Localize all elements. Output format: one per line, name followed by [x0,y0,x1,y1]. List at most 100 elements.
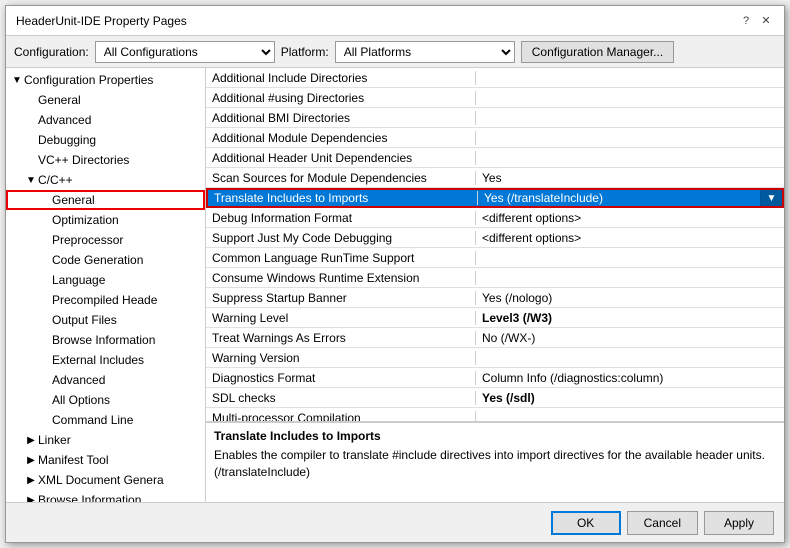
platform-select[interactable]: All Platforms [335,41,515,63]
right-panel: Additional Include DirectoriesAdditional… [206,68,784,502]
tree-item-vc-dirs[interactable]: VC++ Directories [6,150,205,170]
tree-item-manifest[interactable]: ▶Manifest Tool [6,450,205,470]
tree-expander-icon[interactable]: ▼ [24,173,38,187]
tree-item-cmdline[interactable]: Command Line [6,410,205,430]
close-button[interactable]: ✕ [758,13,774,29]
prop-dropdown-button[interactable]: ▼ [760,190,782,206]
configuration-select[interactable]: All Configurations [95,41,275,63]
tree-expander-icon[interactable] [38,373,52,387]
prop-row[interactable]: Translate Includes to ImportsYes (/trans… [206,188,784,208]
tree-item-config-props[interactable]: ▼Configuration Properties [6,70,205,90]
tree-item-browse-info[interactable]: Browse Information [6,330,205,350]
prop-name: Additional Header Unit Dependencies [206,151,476,165]
tree-item-label: Browse Information [38,493,141,502]
ok-button[interactable]: OK [551,511,621,535]
tree-container: ▼Configuration Properties General Advanced… [6,68,205,502]
tree-expander-icon[interactable] [38,233,52,247]
tree-expander-icon[interactable] [24,133,38,147]
tree-expander-icon[interactable] [38,293,52,307]
tree-item-precomp[interactable]: Precompiled Heade [6,290,205,310]
tree-expander-icon[interactable] [38,313,52,327]
tree-expander-icon[interactable]: ▼ [10,73,24,87]
prop-row[interactable]: SDL checksYes (/sdl) [206,388,784,408]
prop-row[interactable]: Suppress Startup BannerYes (/nologo) [206,288,784,308]
tree-item-label: Language [52,273,105,287]
apply-button[interactable]: Apply [704,511,774,535]
prop-row[interactable]: Additional Module Dependencies [206,128,784,148]
tree-item-language[interactable]: Language [6,270,205,290]
prop-row[interactable]: Support Just My Code Debugging<different… [206,228,784,248]
tree-item-optimization[interactable]: Optimization [6,210,205,230]
tree-item-label: VC++ Directories [38,153,129,167]
tree-item-label: Browse Information [52,333,155,347]
left-panel: ▼Configuration Properties General Advanced… [6,68,206,502]
tree-item-cpp-general[interactable]: General [6,190,205,210]
tree-expander-icon[interactable] [38,253,52,267]
tree-item-preprocessor[interactable]: Preprocessor [6,230,205,250]
prop-row[interactable]: Consume Windows Runtime Extension [206,268,784,288]
tree-item-adv2[interactable]: Advanced [6,370,205,390]
prop-row[interactable]: Treat Warnings As ErrorsNo (/WX-) [206,328,784,348]
prop-row[interactable]: Additional Header Unit Dependencies [206,148,784,168]
tree-expander-icon[interactable] [38,193,52,207]
tree-item-label: Advanced [52,373,105,387]
prop-name: Additional Module Dependencies [206,131,476,145]
prop-name: Support Just My Code Debugging [206,231,476,245]
tree-expander-icon[interactable] [38,333,52,347]
tree-expander-icon[interactable] [38,273,52,287]
tree-item-debugging[interactable]: Debugging [6,130,205,150]
tree-item-linker[interactable]: ▶Linker [6,430,205,450]
config-label: Configuration: [14,45,89,59]
prop-name: Common Language RunTime Support [206,251,476,265]
tree-item-external-inc[interactable]: External Includes [6,350,205,370]
tree-expander-icon[interactable] [38,413,52,427]
prop-row[interactable]: Additional #using Directories [206,88,784,108]
tree-item-label: External Includes [52,353,144,367]
prop-name: Multi-processor Compilation [206,411,476,423]
properties-grid: Additional Include DirectoriesAdditional… [206,68,784,422]
help-button[interactable]: ? [738,13,754,29]
tree-item-code-gen[interactable]: Code Generation [6,250,205,270]
tree-expander-icon[interactable]: ▶ [24,433,38,447]
prop-row[interactable]: Warning LevelLevel3 (/W3) [206,308,784,328]
prop-row[interactable]: Diagnostics FormatColumn Info (/diagnost… [206,368,784,388]
tree-item-general[interactable]: General [6,90,205,110]
tree-item-xml-doc[interactable]: ▶XML Document Genera [6,470,205,490]
tree-expander-icon[interactable]: ▶ [24,473,38,487]
tree-expander-icon[interactable] [38,353,52,367]
tree-item-advanced[interactable]: Advanced [6,110,205,130]
prop-row[interactable]: Scan Sources for Module DependenciesYes [206,168,784,188]
tree-item-browse-info2[interactable]: ▶Browse Information [6,490,205,502]
tree-item-label: Precompiled Heade [52,293,157,307]
prop-row[interactable]: Common Language RunTime Support [206,248,784,268]
tree-expander-icon[interactable]: ▶ [24,493,38,502]
cancel-button[interactable]: Cancel [627,511,698,535]
prop-row[interactable]: Additional BMI Directories [206,108,784,128]
prop-row[interactable]: Multi-processor Compilation [206,408,784,422]
tree-expander-icon[interactable] [24,153,38,167]
tree-item-all-opts[interactable]: All Options [6,390,205,410]
tree-item-label: All Options [52,393,110,407]
prop-row[interactable]: Warning Version [206,348,784,368]
tree-expander-icon[interactable]: ▶ [24,453,38,467]
tree-expander-icon[interactable] [38,213,52,227]
tree-expander-icon[interactable] [38,393,52,407]
title-bar-controls: ? ✕ [738,13,774,29]
tree-item-label: Output Files [52,313,117,327]
tree-expander-icon[interactable] [24,113,38,127]
tree-item-label: Preprocessor [52,233,123,247]
prop-value: Yes (/nologo) [476,291,784,305]
config-manager-button[interactable]: Configuration Manager... [521,41,674,63]
prop-name: Suppress Startup Banner [206,291,476,305]
tree-item-label: Optimization [52,213,119,227]
title-bar: HeaderUnit-IDE Property Pages ? ✕ [6,6,784,36]
tree-item-output[interactable]: Output Files [6,310,205,330]
prop-row[interactable]: Additional Include Directories [206,68,784,88]
prop-value: Yes [476,171,784,185]
prop-name: Additional BMI Directories [206,111,476,125]
tree-expander-icon[interactable] [24,93,38,107]
tree-item-label: General [38,93,81,107]
tree-item-label: Advanced [38,113,91,127]
tree-item-cpp[interactable]: ▼C/C++ [6,170,205,190]
prop-row[interactable]: Debug Information Format<different optio… [206,208,784,228]
